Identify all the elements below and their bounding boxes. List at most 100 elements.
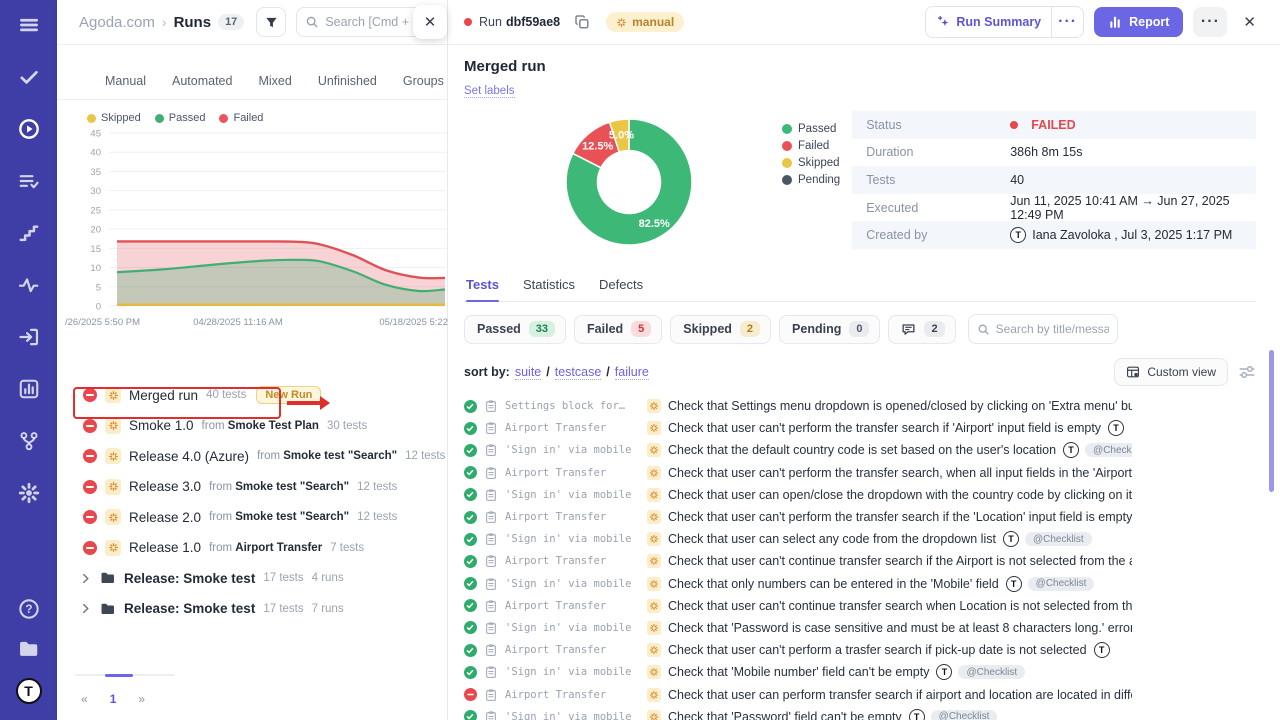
new-run-badge: New Run	[256, 386, 321, 404]
test-row[interactable]: 'Sign in' via mobileCheck that 'Password…	[464, 617, 1132, 639]
test-row[interactable]: Airport TransferCheck that user can't pe…	[464, 506, 1132, 528]
test-row[interactable]: Airport TransferCheck that user can't pe…	[464, 462, 1132, 484]
legend-dot	[782, 141, 792, 151]
tests-search-input[interactable]	[996, 322, 1109, 336]
test-meta: T@Checklist	[1006, 576, 1095, 592]
filter-chip-skipped[interactable]: Skipped2	[670, 315, 771, 344]
run-row[interactable]: Release 3.0from Smoke test "Search"12 te…	[57, 472, 447, 503]
filter-button[interactable]	[256, 7, 286, 37]
sidebar-branch-icon[interactable]	[18, 430, 40, 452]
results-donut-chart: 82.5%12.5%5.0%	[554, 107, 704, 257]
sort-failure-link[interactable]: failure	[615, 365, 649, 380]
detail-close-button[interactable]: ✕	[1237, 9, 1262, 35]
detail-tab-tests[interactable]: Tests	[466, 277, 499, 301]
pagination-next[interactable]: »	[138, 692, 145, 706]
run-status-dot	[464, 18, 472, 26]
test-row[interactable]: Airport TransferCheck that user can't pe…	[464, 639, 1132, 661]
info-value: 386h 8m 15s	[1010, 145, 1082, 159]
test-suite-name: Airport Transfer	[505, 600, 637, 612]
runs-tab-unfinished[interactable]: Unfinished	[318, 74, 377, 88]
manual-test-icon	[647, 599, 661, 613]
comments-chip[interactable]: 2	[888, 315, 955, 344]
test-row[interactable]: Airport TransferCheck that user can't pe…	[464, 417, 1132, 439]
test-row[interactable]: 'Sign in' via mobileCheck that the defau…	[464, 439, 1132, 461]
sidebar-login-icon[interactable]	[18, 326, 40, 348]
sort-testcase-link[interactable]: testcase	[555, 365, 602, 380]
report-button[interactable]: Report	[1094, 7, 1183, 37]
breadcrumb-separator: ›	[162, 14, 167, 30]
folder-name: Release: Smoke test	[124, 601, 255, 616]
pagination-prev[interactable]: «	[81, 692, 88, 706]
filter-chip-pending[interactable]: Pending0	[779, 315, 880, 344]
test-row[interactable]: 'Sign in' via mobileCheck that user can …	[464, 528, 1132, 550]
set-labels-link[interactable]: Set labels	[464, 85, 515, 98]
filter-chip-failed[interactable]: Failed5	[574, 315, 662, 344]
chevron-right-icon[interactable]	[79, 572, 92, 585]
manual-test-icon	[647, 710, 661, 720]
test-row[interactable]: Settings block for…Check that Settings m…	[464, 395, 1132, 417]
run-row[interactable]: Release 4.0 (Azure)from Smoke test "Sear…	[57, 441, 447, 472]
runs-tab-automated[interactable]: Automated	[172, 74, 232, 88]
test-passed-icon	[464, 555, 477, 568]
manual-run-icon	[616, 17, 627, 28]
legend-label: Skipped	[798, 157, 840, 169]
more-actions-button[interactable]: ···	[1193, 7, 1227, 37]
filter-chip-passed[interactable]: Passed33	[464, 315, 566, 344]
run-summary-more-button[interactable]: ···	[1051, 7, 1083, 37]
test-suite-name: Airport Transfer	[505, 555, 637, 567]
run-summary-button[interactable]: Run Summary	[926, 7, 1051, 37]
test-passed-icon	[464, 466, 477, 479]
trend-chart: 051015202530354045/26/2025 5:50 PM04/28/…	[65, 128, 447, 340]
run-row[interactable]: Merged run40 testsNew Run	[57, 380, 447, 411]
sidebar-play-circle-icon[interactable]	[18, 118, 40, 140]
sidebar-chart-box-icon[interactable]	[18, 378, 40, 400]
sidebar-check-icon[interactable]	[18, 66, 40, 88]
assignee-avatar: T	[1063, 442, 1079, 458]
run-from-plan: from Smoke test "Search"	[209, 511, 349, 523]
run-tests-count: 30 tests	[327, 420, 367, 432]
test-row[interactable]: 'Sign in' via mobileCheck that only numb…	[464, 573, 1132, 595]
run-row[interactable]: Smoke 1.0from Smoke Test Plan30 tests	[57, 411, 447, 442]
user-avatar[interactable]: T	[16, 678, 42, 704]
test-suite-name: Airport Transfer	[505, 511, 637, 523]
vertical-scrollbar[interactable]	[1269, 350, 1274, 492]
run-folder-row[interactable]: Release: Smoke test17 tests4 runs	[57, 563, 447, 594]
runs-tab-manual[interactable]: Manual	[105, 74, 146, 88]
sidebar-folder-icon[interactable]	[18, 638, 40, 660]
test-passed-icon	[464, 400, 477, 413]
detail-tab-defects[interactable]: Defects	[599, 277, 643, 301]
sidebar-gear-icon[interactable]	[18, 482, 40, 504]
run-folder-row[interactable]: Release: Smoke test17 tests7 runs	[57, 594, 447, 625]
test-row[interactable]: Airport TransferCheck that user can't co…	[464, 550, 1132, 572]
runs-tab-mixed[interactable]: Mixed	[258, 74, 291, 88]
run-failed-status-icon	[83, 388, 97, 402]
pagination-thumb[interactable]	[105, 674, 133, 677]
test-row[interactable]: Airport TransferCheck that user can't co…	[464, 595, 1132, 617]
run-row[interactable]: Release 2.0from Smoke test "Search"12 te…	[57, 502, 447, 533]
sidebar-list-check-icon[interactable]	[18, 170, 40, 192]
run-plan-name: Airport Transfer	[235, 542, 322, 554]
panel-close-button[interactable]: ✕	[413, 5, 447, 39]
copy-icon[interactable]	[570, 10, 594, 34]
test-row[interactable]: 'Sign in' via mobileCheck that 'Password…	[464, 706, 1132, 720]
sort-suite-link[interactable]: suite	[515, 365, 541, 380]
test-row[interactable]: Airport TransferCheck that user can perf…	[464, 683, 1132, 705]
sliders-icon[interactable]	[1238, 363, 1256, 381]
manual-test-icon	[647, 488, 661, 502]
run-row[interactable]: Release 1.0from Airport Transfer7 tests	[57, 533, 447, 564]
sidebar-pulse-icon[interactable]	[18, 274, 40, 296]
test-row[interactable]: 'Sign in' via mobileCheck that user can …	[464, 484, 1132, 506]
sidebar-help-icon[interactable]: ?	[18, 598, 40, 620]
folder-runs-count: 7 runs	[312, 603, 344, 615]
detail-tab-statistics[interactable]: Statistics	[523, 277, 575, 301]
checklist-tag: @Checklist	[958, 665, 1025, 679]
sidebar-menu-icon[interactable]	[18, 14, 40, 36]
testcase-icon	[484, 554, 498, 568]
breadcrumb-project[interactable]: Agoda.com	[79, 14, 155, 31]
custom-view-button[interactable]: Custom view	[1114, 358, 1228, 386]
sidebar-steps-icon[interactable]	[18, 222, 40, 244]
chevron-right-icon[interactable]	[79, 602, 92, 615]
pagination-page-1[interactable]: 1	[110, 692, 117, 706]
runs-tab-groups[interactable]: Groups	[403, 74, 444, 88]
test-row[interactable]: 'Sign in' via mobileCheck that 'Mobile n…	[464, 661, 1132, 683]
